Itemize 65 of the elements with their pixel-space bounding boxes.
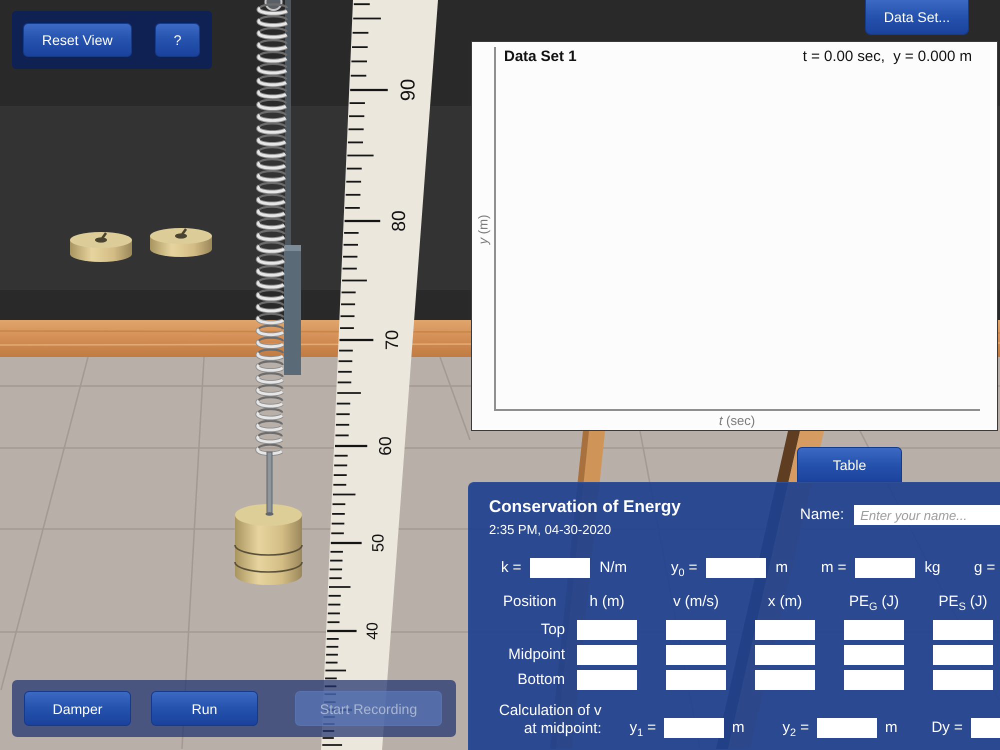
input-field[interactable] [755, 645, 815, 665]
input-field[interactable] [816, 718, 877, 738]
worksheet-title: Conservation of Energy [489, 497, 681, 517]
calculation-label: Calculation of v at midpoint: [499, 702, 602, 738]
variable-label: m = [821, 559, 846, 577]
slotted-mass [70, 232, 132, 262]
row-label: Bottom [517, 671, 565, 689]
ruler-number: 60 [374, 436, 395, 456]
ruler-number: 50 [370, 534, 388, 552]
variable-label: Dy = [931, 719, 963, 737]
input-field[interactable] [844, 620, 904, 640]
row-label: Midpoint [508, 646, 565, 664]
table-tab[interactable]: Table [797, 447, 902, 482]
unit-label: m [732, 719, 745, 737]
timestamp: 2:35 PM, 04-30-2020 [489, 522, 612, 538]
input-field[interactable] [844, 645, 904, 665]
input-field[interactable] [970, 718, 1000, 738]
input-field[interactable] [933, 645, 993, 665]
ruler-number: 90 [397, 78, 420, 102]
input-field[interactable] [577, 670, 637, 690]
input-field[interactable] [666, 670, 726, 690]
unit-label: m [775, 559, 788, 577]
input-field[interactable] [855, 558, 916, 578]
variable-label: y$_{0}$ = [671, 559, 698, 577]
help-button[interactable]: ? [154, 23, 200, 57]
data-set-button[interactable]: Data Set... [865, 0, 969, 35]
input-field[interactable] [706, 558, 766, 578]
readout-text: t = 0.00 sec, y = 0.000 m [802, 48, 972, 66]
ruler-number: 80 [389, 210, 410, 232]
reset-view-button[interactable]: Reset View [23, 23, 132, 57]
input-field[interactable] [530, 558, 590, 578]
variable-label: k = [501, 559, 522, 577]
input-field[interactable] [666, 620, 726, 640]
unit-label: N/m [599, 559, 627, 577]
column-header: PE$_{S}$ (J) [938, 593, 988, 611]
slotted-mass [150, 228, 212, 257]
variable-label: y$_{2}$ = [782, 719, 809, 737]
column-header: Position [502, 593, 556, 611]
unit-label: m [884, 719, 898, 737]
input-field[interactable] [755, 670, 815, 690]
ruler-number: 40 [364, 622, 382, 640]
input-field[interactable] [755, 620, 815, 640]
name-field[interactable]: Enter your name... [854, 505, 1000, 525]
column-header: x (m) [768, 593, 802, 611]
graph-title: Data Set 1 [504, 48, 577, 66]
x-axis-label: t (sec) [718, 413, 756, 428]
input-field[interactable] [666, 645, 726, 665]
input-field[interactable] [844, 670, 904, 690]
name-label: Name: [800, 506, 844, 524]
column-header: PE$_{G}$ (J) [848, 593, 900, 611]
column-header: h (m) [590, 593, 624, 611]
variable-label: y$_{1}$ = [630, 719, 656, 737]
variable-label: g = [974, 559, 996, 577]
run-button[interactable]: Run [151, 691, 258, 726]
input-field[interactable] [664, 718, 724, 738]
y-axis-label: y (m) [476, 214, 490, 244]
input-field[interactable] [933, 670, 993, 690]
damper-button[interactable]: Damper [24, 691, 131, 726]
unit-label: kg [924, 559, 940, 577]
row-label: Top [540, 621, 565, 639]
input-field[interactable] [577, 645, 637, 665]
input-field[interactable] [577, 620, 637, 640]
column-header: v (m/s) [673, 593, 719, 611]
ruler-number: 70 [382, 330, 402, 350]
input-field[interactable] [933, 620, 993, 640]
